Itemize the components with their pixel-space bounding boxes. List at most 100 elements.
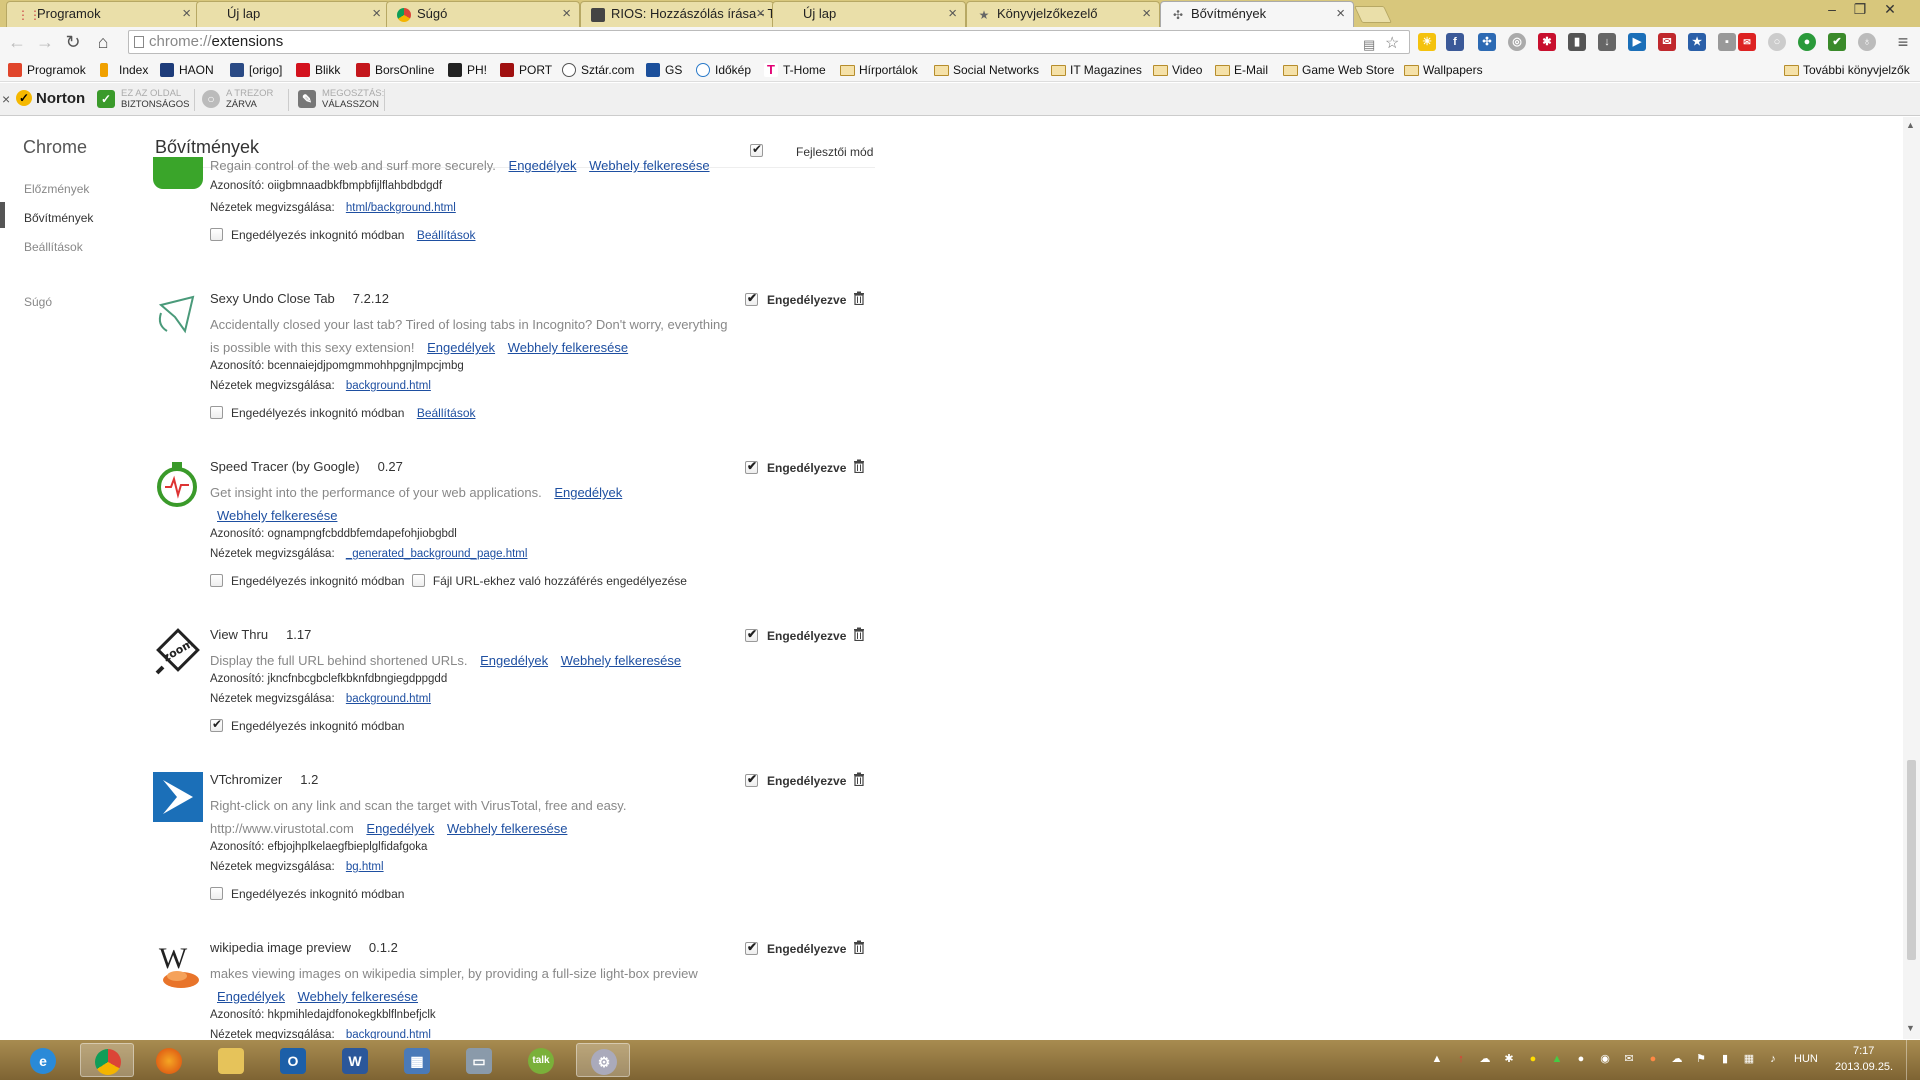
visit-site-link[interactable]: Webhely felkeresése	[561, 653, 681, 668]
inspect-view-link[interactable]: bg.html	[346, 861, 384, 873]
tray-flag-icon[interactable]: ⚑	[1694, 1052, 1708, 1066]
tray-drive-icon[interactable]: ▲	[1550, 1052, 1564, 1066]
enable-checkbox[interactable]	[745, 291, 758, 306]
bookmark-borsonline[interactable]: BorsOnline	[356, 60, 434, 80]
tray-steam-icon[interactable]: ◉	[1598, 1052, 1612, 1066]
trash-icon[interactable]	[853, 627, 865, 641]
permissions-link[interactable]: Engedélyek	[217, 989, 285, 1004]
extension-virustotal-icon[interactable]: ▶	[1628, 33, 1646, 51]
new-tab-button[interactable]	[1354, 6, 1392, 23]
taskbar-explorer[interactable]	[204, 1043, 258, 1077]
extension-mail-icon[interactable]: ✉	[1658, 33, 1676, 51]
window-close-icon[interactable]: ✕	[1876, 0, 1904, 20]
tray-network-icon[interactable]: ▦	[1742, 1052, 1756, 1066]
tab-new-1[interactable]: Új lap ×	[196, 1, 390, 27]
taskbar-outlook[interactable]: O	[266, 1043, 320, 1077]
trash-icon[interactable]	[853, 291, 865, 305]
enable-toggle[interactable]: Engedélyezve	[745, 772, 846, 788]
menu-icon[interactable]: ≡	[1892, 31, 1914, 53]
omnibox[interactable]: chrome://extensions ▤ ☆	[128, 30, 1410, 54]
file-access-checkbox[interactable]	[411, 574, 425, 587]
sidebar-item-extensions[interactable]: Bővítmények	[24, 211, 93, 225]
back-icon[interactable]: ←	[6, 31, 28, 53]
visit-site-link[interactable]: Webhely felkeresése	[298, 989, 418, 1004]
other-bookmarks-folder[interactable]: További könyvjelzők	[1784, 60, 1910, 80]
enable-toggle[interactable]: Engedélyezve	[745, 459, 846, 475]
incognito-checkbox[interactable]	[210, 887, 223, 900]
tab-sugo[interactable]: Súgó ×	[386, 1, 580, 27]
show-desktop-button[interactable]	[1906, 1040, 1920, 1080]
taskbar-app-grey[interactable]: ▭	[452, 1043, 506, 1077]
tray-gear-icon[interactable]: ✱	[1502, 1052, 1516, 1066]
enable-checkbox[interactable]	[745, 772, 758, 787]
extension-pin-icon[interactable]: ♁	[1858, 33, 1876, 51]
enable-checkbox[interactable]	[745, 627, 758, 642]
tray-volume-icon[interactable]: ♪	[1766, 1052, 1780, 1066]
forward-icon[interactable]: →	[34, 31, 56, 53]
enable-toggle[interactable]: Engedélyezve	[745, 627, 846, 643]
tray-power-icon[interactable]: ▮	[1718, 1052, 1732, 1066]
bookmark-idokep[interactable]: Időkép	[696, 60, 751, 80]
enable-checkbox[interactable]	[745, 940, 758, 955]
permissions-link[interactable]: Engedélyek	[509, 158, 577, 173]
bookmark-folder-email[interactable]: E-Mail	[1215, 60, 1268, 80]
bookmark-star-icon[interactable]: ☆	[1385, 33, 1399, 55]
tray-network-cloud-icon[interactable]: ☁	[1670, 1052, 1684, 1066]
close-tab-icon[interactable]: ×	[372, 2, 381, 26]
enable-toggle[interactable]: Engedélyezve	[745, 291, 846, 307]
close-tab-icon[interactable]: ×	[1142, 2, 1151, 26]
extension-grey-tool-icon[interactable]: ▪	[1718, 33, 1736, 51]
home-icon[interactable]: ⌂	[92, 31, 114, 53]
extension-counter-icon[interactable]: ✉	[1738, 33, 1756, 51]
page-scrollbar[interactable]: ▲ ▼	[1903, 117, 1920, 1039]
inspect-view-link[interactable]: html/background.html	[346, 202, 456, 214]
taskbar-ie[interactable]: e	[16, 1043, 70, 1077]
bookmark-folder-wallpapers[interactable]: Wallpapers	[1404, 60, 1483, 80]
inspect-view-link[interactable]: background.html	[346, 380, 431, 392]
sidebar-item-settings[interactable]: Beállítások	[24, 240, 83, 254]
settings-link[interactable]: Beállítások	[417, 406, 476, 420]
permissions-link[interactable]: Engedélyek	[427, 340, 495, 355]
bookmark-thome[interactable]: T T-Home	[764, 60, 826, 80]
close-tab-icon[interactable]: ×	[756, 2, 765, 26]
bookmark-index[interactable]: Index	[100, 60, 148, 80]
tray-expand-icon[interactable]: ▲	[1430, 1052, 1444, 1066]
taskbar-app-blue[interactable]: ▦	[390, 1043, 444, 1077]
extension-red-star-icon[interactable]: ✱	[1538, 33, 1556, 51]
extension-download-icon[interactable]: ↓	[1598, 33, 1616, 51]
tray-cloud-icon[interactable]: ☁	[1478, 1052, 1492, 1066]
bookmark-port[interactable]: PORT	[500, 60, 552, 80]
scroll-down-icon[interactable]: ▼	[1906, 1023, 1915, 1033]
extension-weather-icon[interactable]: ☀	[1418, 33, 1436, 51]
bookmark-programok[interactable]: Programok	[8, 60, 86, 80]
taskbar-app-settings[interactable]: ⚙	[576, 1043, 630, 1077]
tab-new-2[interactable]: Új lap ×	[772, 1, 966, 27]
language-indicator[interactable]: HUN	[1794, 1053, 1818, 1065]
permissions-link[interactable]: Engedélyek	[480, 653, 548, 668]
scrollbar-thumb[interactable]	[1907, 760, 1916, 960]
taskbar-word[interactable]: W	[328, 1043, 382, 1077]
close-tab-icon[interactable]: ×	[182, 2, 191, 26]
tray-norton-icon[interactable]: ●	[1526, 1052, 1540, 1066]
close-icon[interactable]: ×	[2, 91, 10, 107]
close-tab-icon[interactable]: ×	[948, 2, 957, 26]
bookmark-folder-gamestore[interactable]: Game Web Store	[1283, 60, 1394, 80]
incognito-checkbox[interactable]	[210, 406, 223, 419]
taskbar-gtalk[interactable]: talk	[514, 1043, 568, 1077]
close-tab-icon[interactable]: ×	[562, 2, 571, 26]
developer-mode-checkbox[interactable]	[750, 142, 763, 157]
restore-icon[interactable]: ❐	[1846, 0, 1874, 20]
inspect-view-link[interactable]: background.html	[346, 693, 431, 705]
bookmark-gs[interactable]: GS	[646, 60, 682, 80]
extension-facebook-icon[interactable]: f	[1446, 33, 1464, 51]
clock-date[interactable]: 2013.09.25.	[1835, 1061, 1893, 1073]
bookmark-origo[interactable]: [origo]	[230, 60, 282, 80]
permissions-link[interactable]: Engedélyek	[554, 485, 622, 500]
incognito-checkbox[interactable]	[210, 717, 223, 732]
sidebar-item-help[interactable]: Súgó	[24, 295, 52, 309]
extension-green-icon[interactable]: ●	[1798, 33, 1816, 51]
minimize-icon[interactable]: –	[1818, 0, 1846, 20]
visit-site-link[interactable]: Webhely felkeresése	[508, 340, 628, 355]
tray-update-icon[interactable]: ↑	[1454, 1052, 1468, 1066]
bookmark-ph[interactable]: PH!	[448, 60, 487, 80]
